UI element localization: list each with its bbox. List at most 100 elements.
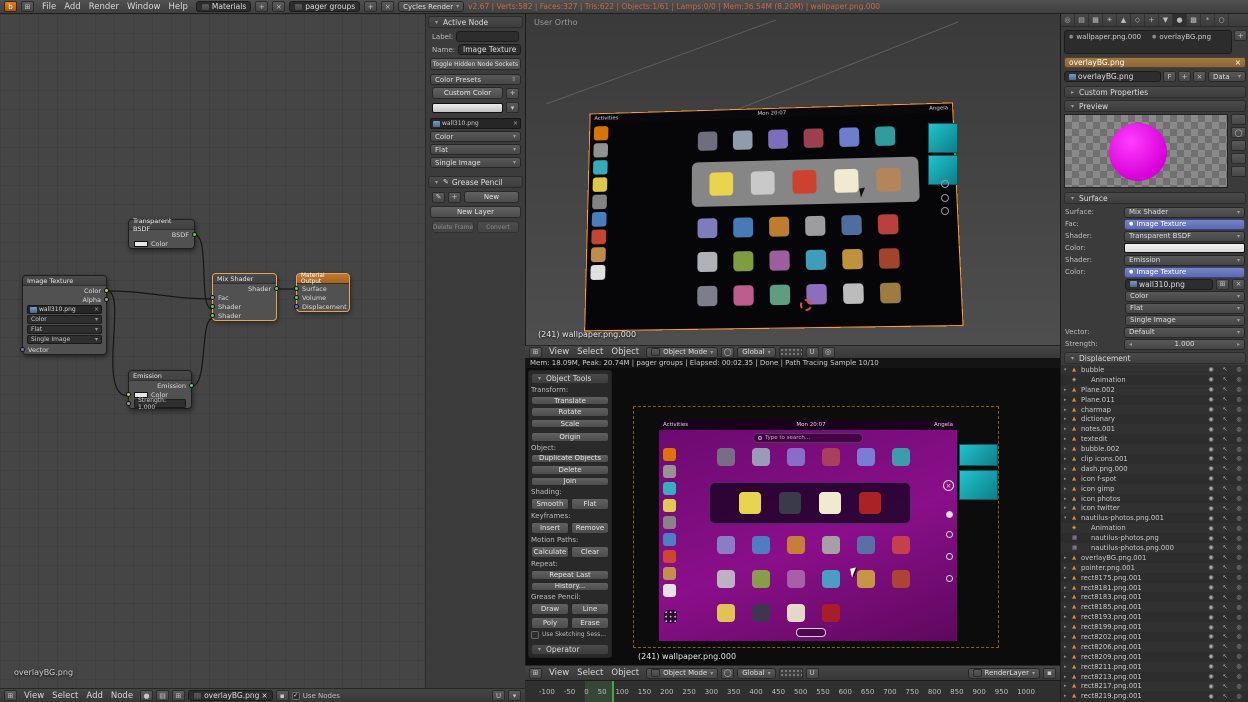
menu-item[interactable]: Add [82,691,106,701]
socket-shader2-in[interactable] [210,313,215,318]
visibility-eye-icon[interactable]: ◉ [1205,436,1217,443]
node-transparent-bsdf[interactable]: Transparent BSDF BSDF Color [128,219,195,249]
snap-icon[interactable]: U [492,690,505,701]
selectable-arrow-icon[interactable]: ↖ [1219,515,1231,522]
socket-surface-in[interactable] [294,286,299,291]
history-button[interactable]: History... [531,582,609,591]
strength-slider[interactable]: Strength: 1.000 [134,399,186,408]
expand-arrow[interactable]: ▸ [1064,575,1070,581]
source-select[interactable]: Single Image▾ [1125,315,1245,326]
outliner-item[interactable]: ▸ ▲ rect8175.png.001 ◉ ↖ ◎ [1061,573,1248,583]
outliner-item[interactable]: ▸ ▲ icon f-spot ◉ ↖ ◎ [1061,474,1248,484]
outliner-item[interactable]: ▸ ▲ rect8193.png.001 ◉ ↖ ◎ [1061,612,1248,622]
color-space-select[interactable]: Color▾ [27,315,102,324]
properties-tab-icon[interactable]: * [1201,14,1215,26]
selectable-arrow-icon[interactable]: ↖ [1219,683,1231,690]
duplicate-objects-button[interactable]: Duplicate Objects [531,454,609,463]
visibility-eye-icon[interactable]: ◉ [1205,495,1217,502]
visibility-eye-icon[interactable]: ◉ [1205,535,1217,542]
viewport-3d[interactable]: User Ortho Activities Mon 20:07 Angela (… [525,14,1060,345]
properties-tab-icon[interactable]: ☀ [1103,14,1117,26]
outliner-item[interactable]: ▸ ▲ rect8209.png.001 ◉ ↖ ◎ [1061,652,1248,662]
outliner-item[interactable]: ▸ ▲ Plane.002 ◉ ↖ ◎ [1061,385,1248,395]
selectable-arrow-icon[interactable]: ↖ [1219,426,1231,433]
datablock-add-button[interactable]: + [1178,71,1191,82]
render-camera-icon[interactable]: ◎ [1233,693,1245,700]
visibility-eye-icon[interactable]: ◉ [1205,643,1217,650]
socket-vector-in[interactable] [20,347,25,352]
selectable-arrow-icon[interactable]: ↖ [1219,455,1231,462]
menu-item[interactable]: Window [123,2,165,12]
render-camera-icon[interactable]: ◎ [1233,554,1245,561]
socket-volume-in[interactable] [294,295,299,300]
properties-tab-icon[interactable]: ▲ [1117,14,1131,26]
expand-arrow[interactable]: ▾ [1064,515,1070,521]
object-tools-panel-header[interactable]: ▾Object Tools [531,373,609,384]
snap-mode-icon[interactable]: ▾ [508,690,521,701]
texture-slot[interactable]: ●overlayBG.png [1148,31,1231,42]
node-image-texture[interactable]: Image Texture Color Alpha wall310.png× C… [22,275,107,355]
node-header[interactable]: Emission [129,371,191,381]
empty-object[interactable] [941,180,949,188]
selectable-arrow-icon[interactable]: ↖ [1219,673,1231,680]
remove-keyframe-button[interactable]: Remove [571,522,609,534]
render-camera-icon[interactable]: ◎ [1233,653,1245,660]
selectable-arrow-icon[interactable]: ↖ [1219,535,1231,542]
menu-item[interactable]: Select [573,347,607,357]
expand-arrow[interactable]: ▸ [1064,555,1070,561]
menu-item[interactable]: Add [60,2,84,12]
texture-slot-list[interactable]: ●wallpaper.png.000 ●overlayBG.png [1064,30,1232,54]
menu-item[interactable]: Object [607,347,643,357]
scale-button[interactable]: Scale [531,419,609,428]
selectable-arrow-icon[interactable]: ↖ [1219,653,1231,660]
render-camera-icon[interactable]: ◎ [1233,564,1245,571]
poly-button[interactable]: Poly [531,617,569,629]
node-emission[interactable]: Emission Emission Color Strength: 1.000 [128,370,192,409]
viewport-shading-icon[interactable]: ◯ [721,668,734,679]
render-camera-icon[interactable]: ◎ [1233,574,1245,581]
visibility-eye-icon[interactable]: ◉ [1205,505,1217,512]
visibility-eye-icon[interactable]: ◉ [1205,406,1217,413]
expand-arrow[interactable]: ▸ [1064,496,1070,502]
menu-item[interactable]: Render [85,2,123,12]
node-header[interactable]: Image Texture [23,276,106,286]
screen-layout-selector[interactable]: Materials [196,1,251,12]
render-camera-icon[interactable]: ◎ [1233,386,1245,393]
3d-cursor[interactable] [800,299,812,311]
surface-panel-header[interactable]: ▾Surface [1064,192,1246,204]
use-nodes-checkbox[interactable]: ✓ [292,692,300,700]
menu-item[interactable]: File [38,2,60,12]
selectable-arrow-icon[interactable]: ↖ [1219,564,1231,571]
scene-add-button[interactable]: + [364,1,377,12]
visibility-eye-icon[interactable]: ◉ [1205,554,1217,561]
color-input-link[interactable]: ●Image Texture [1124,267,1245,278]
properties-tab-icon[interactable]: ◇ [1131,14,1145,26]
render-camera-icon[interactable]: ◎ [1233,525,1245,532]
visibility-eye-icon[interactable]: ◉ [1205,604,1217,611]
texture-plane-thumb[interactable] [959,444,998,466]
custom-color-button[interactable]: Custom Color [432,87,503,99]
viewport-rendered[interactable]: Mem: 18.09M, Peak: 20.74M | pager groups… [525,358,1060,665]
new-layer-button[interactable]: New Layer [430,206,521,218]
vector-select[interactable]: Default▾ [1124,327,1245,338]
expand-arrow[interactable]: ▾ [1064,367,1070,373]
swatch-dropdown[interactable]: ▾ [506,102,519,113]
render-camera-icon[interactable]: ◎ [1233,416,1245,423]
selectable-arrow-icon[interactable]: ↖ [1219,416,1231,423]
unlink-icon[interactable]: × [1235,58,1241,67]
socket-color-out[interactable] [104,288,109,293]
expand-arrow[interactable]: ▸ [1064,664,1070,670]
visibility-eye-icon[interactable]: ◉ [1205,653,1217,660]
render-camera-icon[interactable]: ◎ [1233,396,1245,403]
displacement-panel-header[interactable]: ▾Displacement [1064,352,1246,364]
outliner-item[interactable]: ▸ ▲ rect8206.png.001 ◉ ↖ ◎ [1061,642,1248,652]
selectable-arrow-icon[interactable]: ↖ [1219,663,1231,670]
visibility-eye-icon[interactable]: ◉ [1205,614,1217,621]
mode-select[interactable]: Object Mode▾ [646,668,718,679]
menu-item[interactable]: View [20,691,48,701]
menu-item[interactable]: View [545,347,573,357]
material-datablock-field[interactable]: overlayBG.png× [188,690,273,701]
selectable-arrow-icon[interactable]: ↖ [1219,594,1231,601]
render-camera-icon[interactable]: ◎ [1233,673,1245,680]
expand-arrow[interactable]: ▸ [1064,683,1070,689]
